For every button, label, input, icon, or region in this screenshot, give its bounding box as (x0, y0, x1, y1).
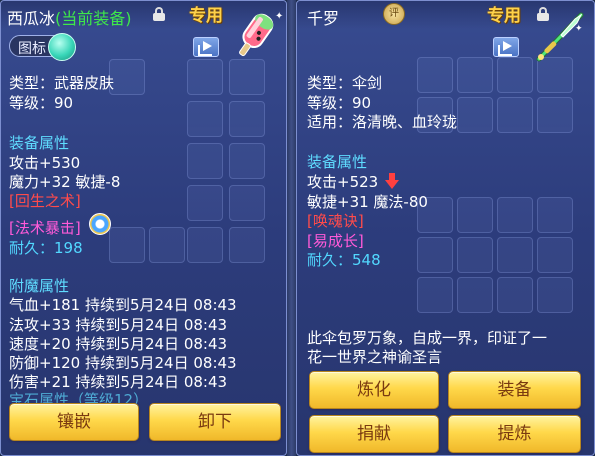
svg-text:✦: ✦ (575, 24, 583, 34)
level-line: 等级：90 (9, 94, 74, 112)
exclusive-label: 专用 (487, 6, 521, 26)
durability-label: 耐久： (307, 251, 353, 269)
unload-button[interactable]: 卸下 (149, 403, 281, 441)
description-line-1: 此伞包罗万象，自成一界，印证了一 (307, 329, 548, 347)
seal-icon: 评 (383, 3, 405, 25)
share-icon[interactable] (493, 37, 519, 57)
suitable-line: 适用：洛清晚、血玲珑 (307, 113, 458, 131)
skill-red: [回生之术] (9, 192, 81, 210)
umbrella-sword-icon: ✦ (536, 12, 584, 62)
skill-red: [唤魂诀] (307, 212, 364, 230)
enchant-title: 附魔属性 (9, 277, 70, 295)
enchant-line: 速度+20 持续到5月24日 08:43 (9, 335, 228, 353)
type-line: 类型：伞剑 (307, 74, 383, 92)
skill-orb-icon[interactable] (89, 213, 111, 235)
refine-button[interactable]: 炼化 (309, 371, 439, 409)
left-tooltip-panel: 西瓜冰(当前装备) 专用 图标 ✦ 类型：武器皮肤 等级：90 装备属性 攻击+… (0, 0, 287, 456)
equip-attr-title: 装备属性 (307, 153, 368, 171)
enchant-line: 伤害+21 持续到5月24日 08:43 (9, 373, 228, 391)
item-name: 西瓜冰(当前装备) (7, 5, 132, 29)
donate-button[interactable]: 捐献 (309, 415, 439, 453)
popsicle-icon: ✦ (239, 11, 283, 57)
skill-pink: [易成长] (307, 232, 364, 250)
panel-divider (287, 0, 296, 456)
item-name-text: 西瓜冰 (7, 9, 56, 28)
toggle-knob (48, 33, 76, 61)
lock-icon[interactable] (153, 7, 165, 21)
inlay-button[interactable]: 镶嵌 (9, 403, 139, 441)
description-line-2: 花一世界之神谕圣言 (307, 348, 443, 366)
enchant-line: 防御+120 持续到5月24日 08:43 (9, 354, 237, 372)
enchant-line: 气血+181 持续到5月24日 08:43 (9, 296, 237, 314)
attack-line: 攻击+523 (307, 173, 379, 191)
durability-line: 耐久：548 (307, 251, 381, 269)
magic-line: 魔力+32 敏捷-8 (9, 173, 121, 191)
durability-value: 198 (54, 239, 83, 257)
type-line: 类型：武器皮肤 (9, 74, 115, 92)
skill-pink: [法术暴击] (9, 219, 81, 237)
attack-line: 攻击+530 (9, 154, 81, 172)
durability-label: 耐久： (9, 239, 55, 257)
exclusive-label: 专用 (189, 6, 223, 26)
equipped-tag: (当前装备) (55, 9, 132, 28)
icon-toggle[interactable]: 图标 (9, 33, 76, 61)
enchant-line: 法攻+33 持续到5月24日 08:43 (9, 316, 228, 334)
item-name: 千罗 (307, 9, 340, 28)
durability-line: 耐久：198 (9, 239, 83, 257)
agility-line: 敏捷+31 魔法-80 (307, 193, 428, 211)
share-icon[interactable] (193, 37, 219, 57)
right-tooltip-panel: 千罗 评 专用 ✦ 类型：伞剑 等级：90 适用：洛清晚、血玲珑 装备属性 攻击… (296, 0, 595, 456)
equip-button[interactable]: 装备 (448, 371, 581, 409)
extract-button[interactable]: 提炼 (448, 415, 581, 453)
svg-text:✦: ✦ (275, 11, 283, 22)
equip-attr-title: 装备属性 (9, 134, 70, 152)
down-arrow-icon (385, 173, 399, 189)
durability-value: 548 (352, 251, 381, 269)
level-line: 等级：90 (307, 94, 372, 112)
toggle-label: 图标 (18, 41, 46, 57)
